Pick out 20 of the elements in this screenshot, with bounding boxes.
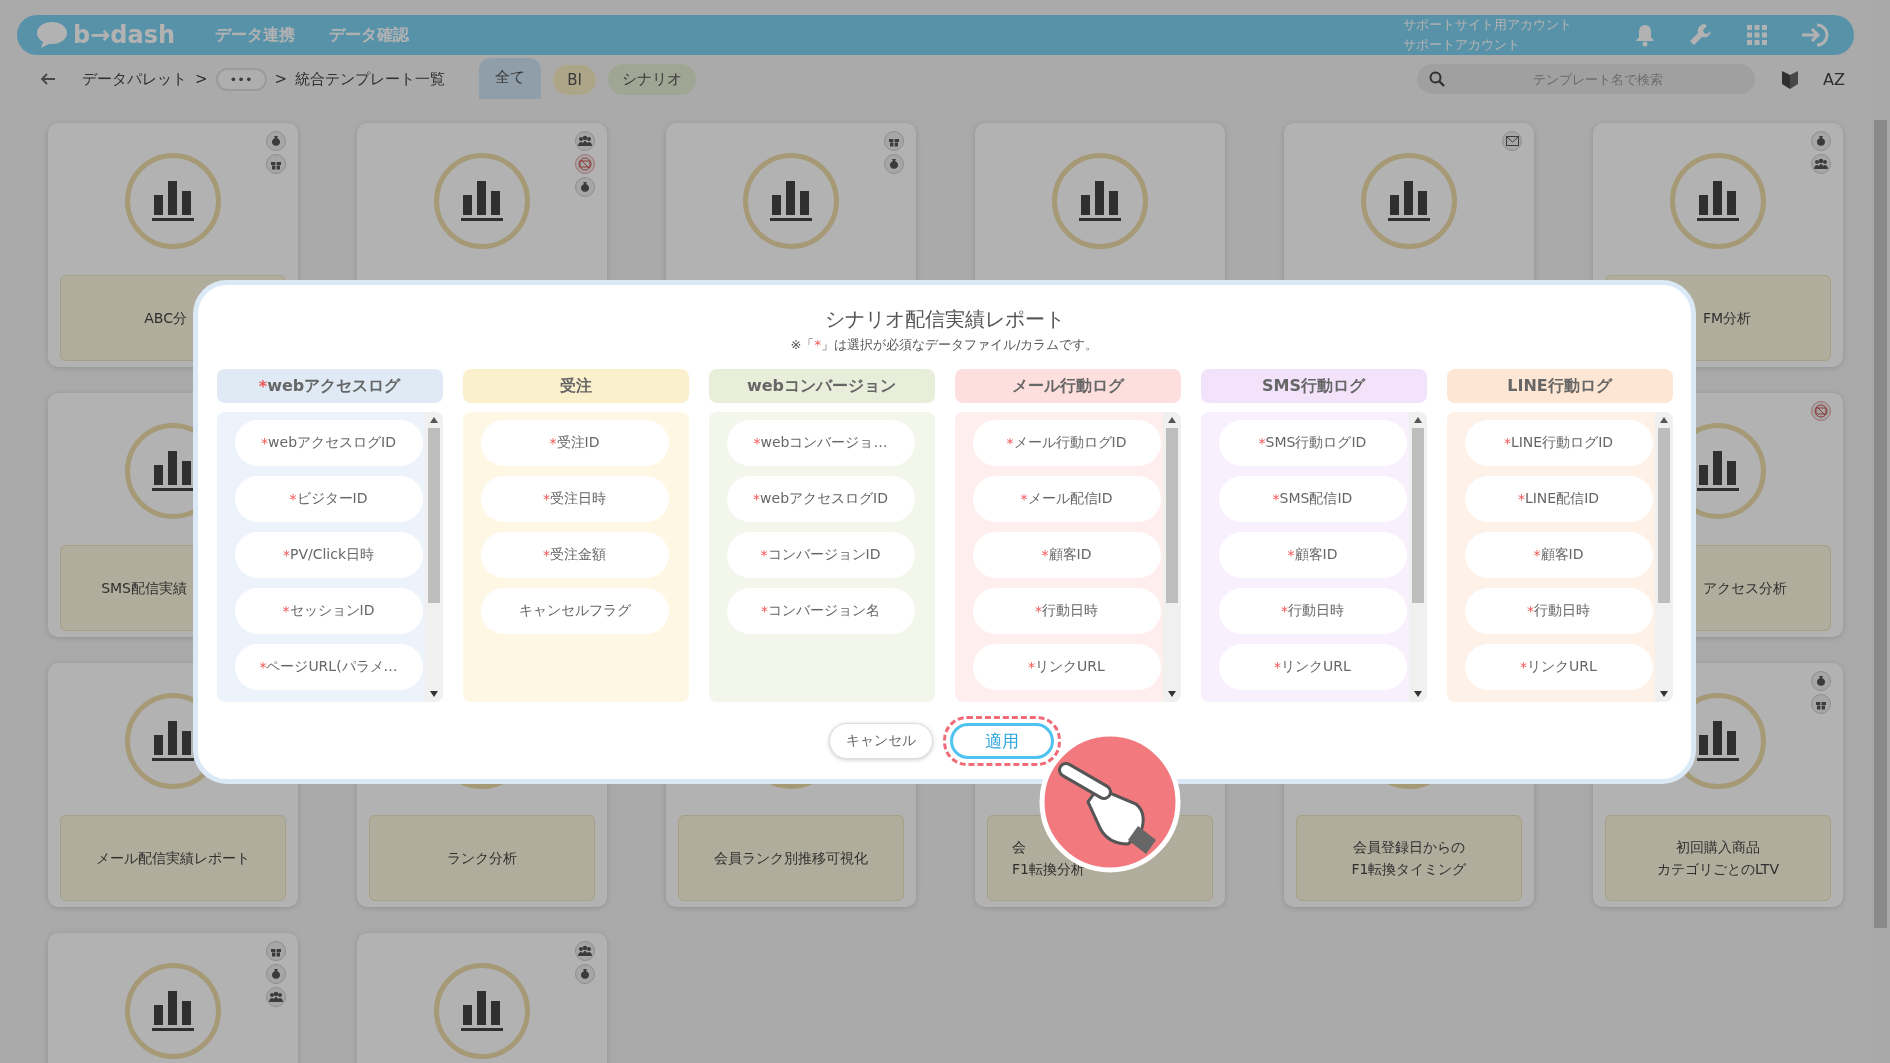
breadcrumb-current: 統合テンプレート一覧 bbox=[295, 69, 446, 89]
template-name: アクセス分析 bbox=[1703, 579, 1787, 598]
data-file-header: 受注 bbox=[462, 369, 689, 403]
template-name: 会員登録日からの F1転換タイミング bbox=[1351, 838, 1467, 879]
template-name: メール配信実績レポート bbox=[96, 849, 250, 868]
dialog-title: シナリオ配信実績レポート bbox=[824, 306, 1065, 333]
data-file-header: SMS行動ログ bbox=[1200, 369, 1427, 403]
breadcrumb-separator: > bbox=[274, 70, 288, 88]
data-file-header: LINE行動ログ bbox=[1446, 369, 1673, 403]
data-file-header: *webアクセスログ bbox=[216, 369, 443, 403]
template-name: 初回購入商品 カテゴリごとのLTV bbox=[1657, 838, 1779, 879]
template-name: ランク分析 bbox=[447, 849, 517, 868]
required-note: ※「*」は選択が必須なデータファイル/カラムです。 bbox=[790, 336, 1099, 354]
breadcrumb-separator: > bbox=[195, 70, 208, 88]
template-name: SMS配信実績 bbox=[101, 579, 187, 598]
template-name: ABC分 bbox=[144, 309, 187, 328]
data-file-header: webコンバージョン bbox=[708, 369, 935, 403]
template-name: 会員ランク別推移可視化 bbox=[714, 849, 868, 868]
data-file-header: メール行動ログ bbox=[954, 369, 1181, 403]
template-name: FM分析 bbox=[1703, 309, 1752, 328]
